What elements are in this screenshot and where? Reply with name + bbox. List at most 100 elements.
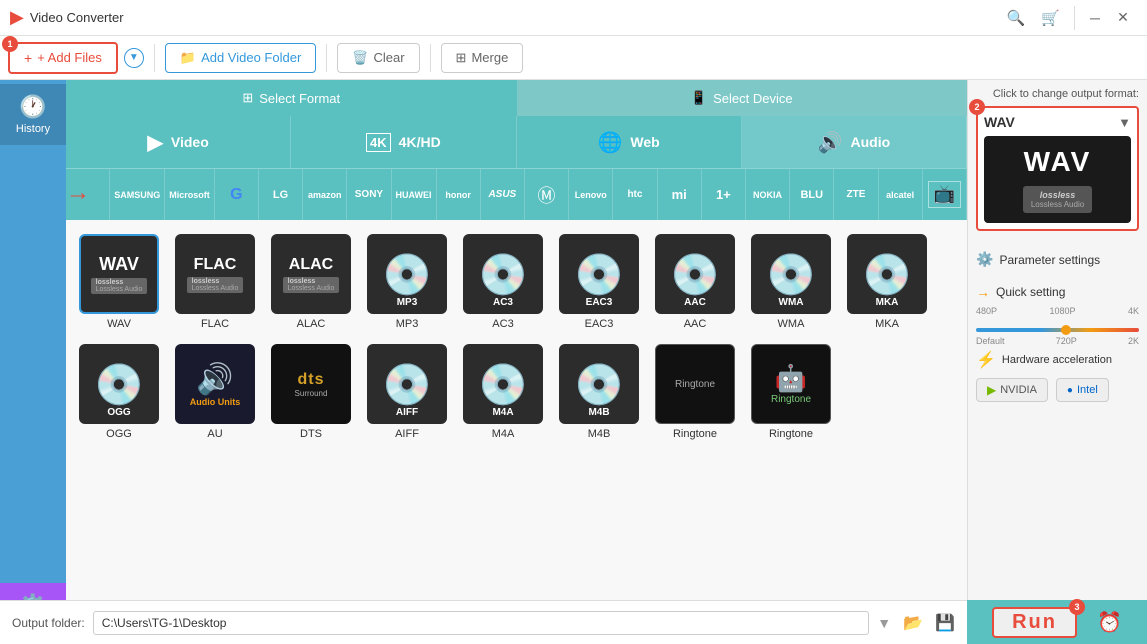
search-icon[interactable]: 🔍 bbox=[1007, 9, 1026, 27]
intel-icon: ● bbox=[1067, 385, 1073, 396]
format-selector-header: WAV ▼ bbox=[984, 114, 1131, 130]
format-alac[interactable]: ALAC lossless Lossless Audio ALAC bbox=[266, 230, 356, 334]
disc-icon: 💿 bbox=[478, 361, 528, 408]
audio-icon: 🔊 bbox=[818, 130, 843, 155]
intel-button[interactable]: ● Intel bbox=[1056, 378, 1109, 402]
arrow-indicator: ← bbox=[66, 185, 90, 213]
format-ringtone-android[interactable]: 🤖 Ringtone Ringtone bbox=[746, 340, 836, 444]
device-blu[interactable]: BLU bbox=[790, 169, 834, 220]
gpu-buttons: ▶ NVIDIA ● Intel bbox=[976, 378, 1139, 408]
minimize-button[interactable]: ─ bbox=[1081, 4, 1109, 32]
device-sony[interactable]: SONY bbox=[347, 169, 391, 220]
device-huawei[interactable]: HUAWEI bbox=[392, 169, 437, 220]
format-wav[interactable]: WAV lossless Lossless Audio WAV bbox=[74, 230, 164, 334]
format-mka[interactable]: 💿 MKA MKA bbox=[842, 230, 932, 334]
wav-lossless-icon: lossless Lossless Audio bbox=[1023, 186, 1092, 213]
format-flac[interactable]: FLAC lossless Lossless Audio FLAC bbox=[170, 230, 260, 334]
quality-labels: Default 720P 2K bbox=[976, 336, 1139, 346]
disc-icon: 💿 bbox=[574, 251, 624, 298]
device-google[interactable]: G bbox=[215, 169, 259, 220]
device-oneplus[interactable]: 1+ bbox=[702, 169, 746, 220]
format-wma[interactable]: 💿 WMA WMA bbox=[746, 230, 836, 334]
save-icon[interactable]: 💾 bbox=[935, 613, 955, 633]
tab-select-device[interactable]: 📱 Select Device bbox=[517, 80, 968, 116]
hardware-acceleration[interactable]: ⚡ Hardware acceleration bbox=[976, 350, 1139, 370]
format-eac3[interactable]: 💿 EAC3 EAC3 bbox=[554, 230, 644, 334]
run-panel: 3 Run ⏰ bbox=[967, 600, 1147, 644]
device-lg[interactable]: LG bbox=[259, 169, 303, 220]
tab-select-format[interactable]: ⊞ Select Format bbox=[66, 80, 517, 116]
bottom-bar: Output folder: ▼ 📂 💾 bbox=[0, 600, 967, 644]
device-microsoft[interactable]: Microsoft bbox=[165, 169, 215, 220]
format-type-video[interactable]: ▶ Video bbox=[66, 116, 291, 168]
badge-3: 3 bbox=[1069, 599, 1085, 615]
main-area: 🕐 History ⚙️ Custom ← ⊞ Select Format 📱 … bbox=[0, 80, 1147, 644]
output-path-input[interactable] bbox=[93, 611, 870, 635]
device-tv[interactable]: 📺 bbox=[923, 169, 967, 220]
history-icon: 🕐 bbox=[19, 94, 46, 120]
quick-setting-section: → Quick setting 480P 1080P 4K Default 72… bbox=[976, 284, 1139, 340]
sidebar-item-history[interactable]: 🕐 History bbox=[0, 84, 66, 145]
dropdown-button[interactable]: ▼ bbox=[124, 48, 144, 68]
device-alcatel[interactable]: alcatel bbox=[879, 169, 923, 220]
disc-icon: 💿 bbox=[766, 251, 816, 298]
app-title: Video Converter bbox=[30, 10, 999, 25]
close-button[interactable]: ✕ bbox=[1109, 4, 1137, 32]
merge-button[interactable]: ⊞ Merge bbox=[441, 43, 524, 73]
quality-slider[interactable]: 480P 1080P 4K Default 720P 2K bbox=[976, 306, 1139, 336]
nvidia-button[interactable]: ▶ NVIDIA bbox=[976, 378, 1048, 402]
disc-icon: 💿 bbox=[382, 361, 432, 408]
format-m4a[interactable]: 💿 M4A M4A bbox=[458, 340, 548, 444]
clear-button[interactable]: 🗑️ Clear bbox=[337, 43, 419, 73]
nvidia-icon: ▶ bbox=[987, 383, 996, 397]
quality-track bbox=[976, 328, 1139, 332]
toolbar: 1 + + Add Files ▼ 📁 Add Video Folder 🗑️ … bbox=[0, 36, 1147, 80]
format-au[interactable]: 🔊 Audio Units AU bbox=[170, 340, 260, 444]
format-dts[interactable]: dts Surround DTS bbox=[266, 340, 356, 444]
alarm-icon[interactable]: ⏰ bbox=[1097, 610, 1122, 635]
right-panel: Click to change output format: 2 WAV ▼ W… bbox=[967, 80, 1147, 644]
browse-folder-icon[interactable]: 📂 bbox=[903, 613, 923, 633]
format-ringtone-apple[interactable]: Ringtone Ringtone bbox=[650, 340, 740, 444]
device-xiaomi[interactable]: mi bbox=[658, 169, 702, 220]
cart-icon[interactable]: 🛒 bbox=[1041, 9, 1060, 27]
dropdown-arrow-icon[interactable]: ▼ bbox=[877, 615, 891, 631]
format-aac[interactable]: 💿 AAC AAC bbox=[650, 230, 740, 334]
format-m4b[interactable]: 💿 M4B M4B bbox=[554, 340, 644, 444]
sidebar: 🕐 History ⚙️ Custom bbox=[0, 80, 66, 644]
add-files-button[interactable]: + + Add Files bbox=[8, 42, 118, 74]
device-motorola[interactable]: Ⓜ bbox=[525, 169, 569, 220]
quality-thumb[interactable] bbox=[1061, 325, 1071, 335]
hw-accel-icon: ⚡ bbox=[976, 350, 996, 370]
format-dropdown-icon[interactable]: ▼ bbox=[1118, 115, 1131, 130]
device-honor[interactable]: honor bbox=[437, 169, 481, 220]
format-ogg[interactable]: 💿 OGG OGG bbox=[74, 340, 164, 444]
disc-icon: 💿 bbox=[670, 251, 720, 298]
format-aiff[interactable]: 💿 AIFF AIFF bbox=[362, 340, 452, 444]
format-type-hd[interactable]: 4K 4K/HD bbox=[291, 116, 516, 168]
device-lenovo[interactable]: Lenovo bbox=[569, 169, 613, 220]
device-samsung[interactable]: SAMSUNG bbox=[110, 169, 165, 220]
click-to-change-label: Click to change output format: bbox=[976, 88, 1139, 100]
format-header: ⊞ Select Format 📱 Select Device bbox=[66, 80, 967, 116]
device-zte[interactable]: ZTE bbox=[834, 169, 878, 220]
device-nokia[interactable]: NOKIA bbox=[746, 169, 790, 220]
badge-2: 2 bbox=[969, 99, 985, 115]
hd-icon: 4K bbox=[366, 133, 391, 152]
output-folder-label: Output folder: bbox=[12, 616, 85, 630]
format-type-web[interactable]: 🌐 Web bbox=[517, 116, 742, 168]
parameter-settings-section: ⚙️ Parameter settings bbox=[976, 251, 1139, 274]
format-mp3[interactable]: 💿 MP3 MP3 bbox=[362, 230, 452, 334]
device-amazon[interactable]: amazon bbox=[303, 169, 347, 220]
run-button[interactable]: Run bbox=[992, 607, 1077, 638]
device-htc[interactable]: htc bbox=[613, 169, 657, 220]
format-type-audio[interactable]: 🔊 Audio bbox=[742, 116, 967, 168]
merge-icon: ⊞ bbox=[456, 50, 467, 66]
format-ac3[interactable]: 💿 AC3 AC3 bbox=[458, 230, 548, 334]
disc-icon: 💿 bbox=[574, 361, 624, 408]
parameter-settings-title[interactable]: ⚙️ Parameter settings bbox=[976, 251, 1139, 268]
device-asus[interactable]: ASUS bbox=[481, 169, 525, 220]
add-video-folder-button[interactable]: 📁 Add Video Folder bbox=[165, 43, 316, 73]
format-selector-badge: 2 WAV ▼ WAV lossless Lossless Audio bbox=[976, 106, 1139, 241]
device-icon: 📱 bbox=[691, 90, 707, 106]
